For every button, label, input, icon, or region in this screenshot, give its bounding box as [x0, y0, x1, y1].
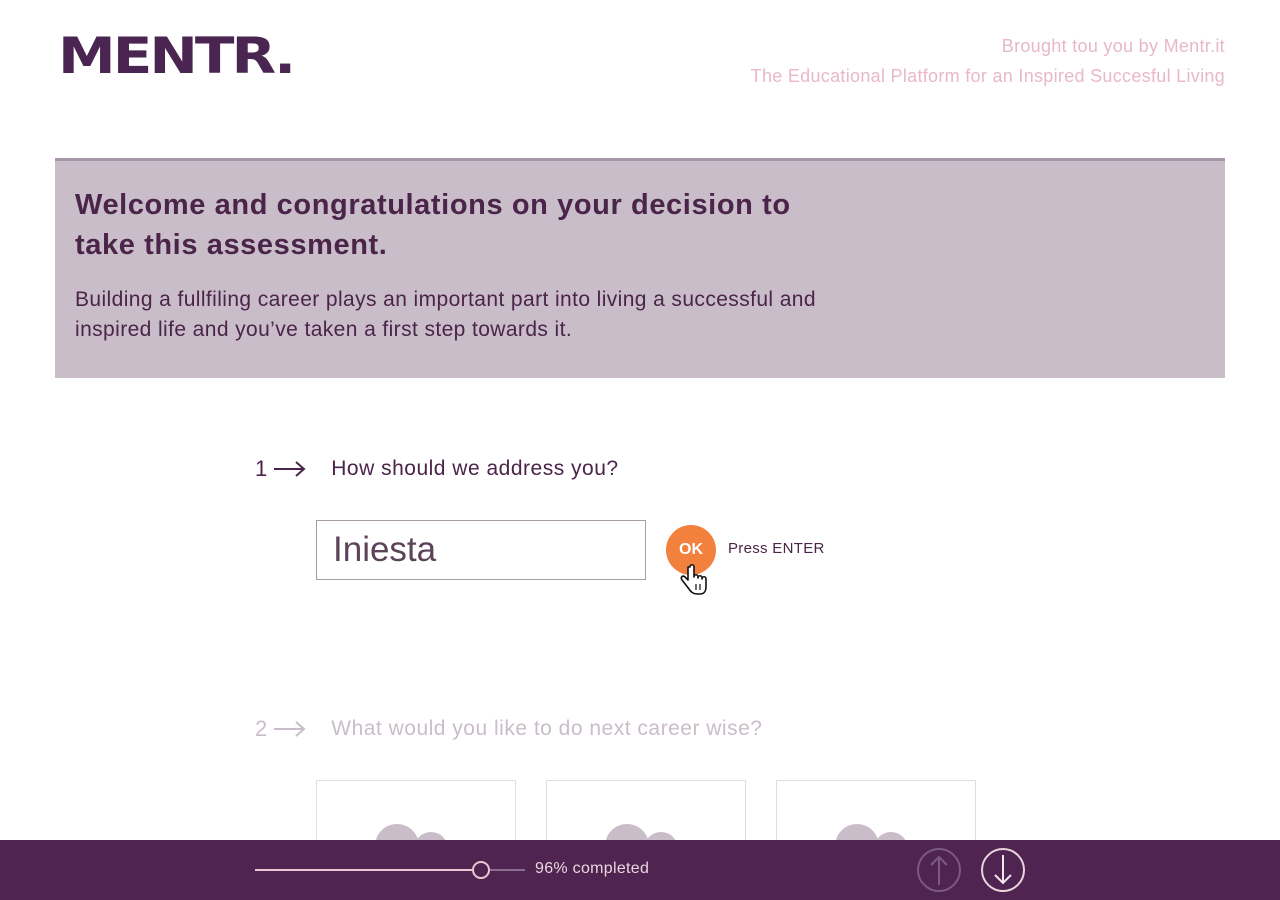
progress-handle[interactable]	[471, 861, 490, 879]
press-enter-hint: Press ENTER	[728, 540, 825, 557]
tagline-platform: The Educational Platform for an Inspired…	[750, 66, 1225, 86]
progress-label: 96% completed	[535, 860, 650, 877]
hand-cursor-icon	[680, 563, 707, 595]
question-1-header: 1 How should we address you?	[255, 456, 619, 482]
arrow-right-icon	[274, 721, 306, 737]
header-tagline: Brought tou you by Mentr.it The Educatio…	[751, 31, 1225, 91]
progress-footer: 96% completed	[0, 840, 1280, 900]
next-question-button[interactable]	[981, 848, 1025, 892]
progress-fill	[255, 869, 481, 871]
mentr-logo[interactable]: MENTR.	[58, 30, 296, 82]
question-number: 2	[255, 716, 268, 741]
tagline-credit: Brought tou you by Mentr.it	[1001, 36, 1225, 56]
welcome-banner: Welcome and congratulations on your deci…	[55, 158, 1225, 378]
question-2-header: 2 What would you like to do next career …	[255, 716, 762, 742]
previous-question-button[interactable]	[917, 848, 961, 892]
arrow-up-icon	[930, 855, 948, 885]
welcome-subtitle: Building a fullfiling career plays an im…	[75, 288, 816, 341]
name-input[interactable]	[316, 520, 646, 580]
question-text: What would you like to do next career wi…	[331, 717, 763, 740]
question-number: 1	[255, 456, 268, 481]
arrow-down-icon	[994, 855, 1012, 885]
welcome-title: Welcome and congratulations on your deci…	[75, 189, 791, 261]
question-text: How should we address you?	[331, 457, 619, 480]
arrow-right-icon	[274, 461, 306, 477]
